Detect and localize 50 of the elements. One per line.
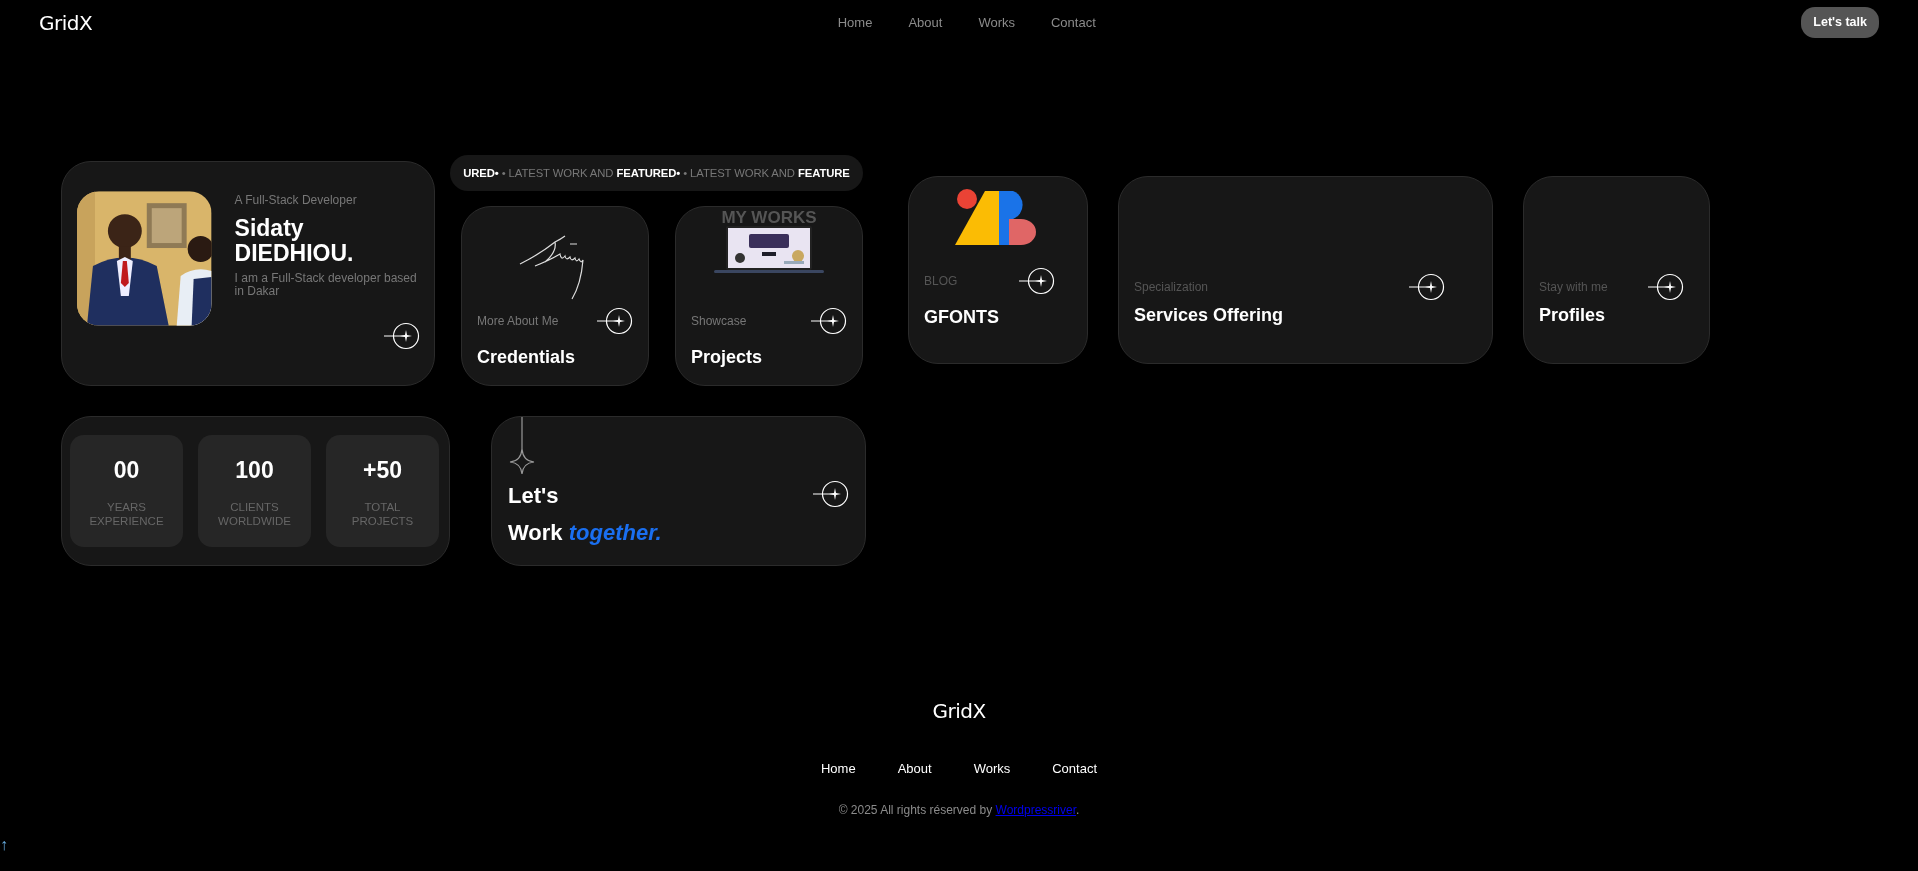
nav-link[interactable]: Home: [820, 759, 856, 779]
card-title: Projects: [691, 346, 764, 369]
marquee-banner: URED• • LATEST WORK AND FEATURED• • LATEST WORK AND FEATURE: [450, 155, 863, 191]
role-label: A Full-Stack Developer: [234, 192, 358, 209]
nav-link[interactable]: Works: [978, 12, 1015, 33]
card-title: Services Offering: [1134, 304, 1285, 327]
nav-link[interactable]: About: [897, 759, 932, 779]
card-label: More About Me: [477, 313, 559, 330]
projects-card[interactable]: MY WORKS Showcase Projects: [675, 206, 863, 386]
profile-name: Sidaty DIEDHIOU.: [234, 216, 355, 267]
arrow-circle-icon[interactable]: [813, 478, 849, 509]
arrow-circle-icon[interactable]: [811, 306, 847, 336]
link-card[interactable]: Specialization Services Offering: [1118, 176, 1493, 364]
nav-link[interactable]: About: [908, 12, 943, 33]
link-card[interactable]: Stay with me Profiles: [1523, 176, 1710, 364]
contact-card[interactable]: Let's Work together.: [491, 416, 866, 566]
card-label: Showcase: [691, 313, 747, 330]
arrow-circle-icon[interactable]: [597, 306, 633, 336]
card-title: Profiles: [1539, 304, 1607, 327]
stat-value: +50: [363, 455, 402, 485]
card-title: Credentials: [477, 346, 577, 369]
section-heading: MY WORKS: [720, 209, 818, 226]
sparkle-icon: [508, 417, 536, 475]
talk-button[interactable]: Let's talk: [1801, 7, 1879, 38]
credentials-card[interactable]: More About Me Credentials: [461, 206, 649, 386]
link-card[interactable]: BLOG GFONTS: [908, 176, 1088, 364]
stat-value: 100: [235, 455, 274, 485]
card-label: Specialization: [1134, 279, 1209, 296]
nav-link[interactable]: Home: [837, 12, 873, 33]
cta-heading: Let's: [508, 482, 559, 510]
card-label: BLOG: [924, 273, 958, 290]
profile-bio: I am a Full-Stack developer based in Dakar: [234, 271, 418, 300]
logo[interactable]: GridX: [39, 7, 93, 38]
card-title: GFONTS: [924, 306, 1000, 329]
logo[interactable]: GridX: [932, 696, 986, 726]
card-label: Stay with me: [1539, 279, 1608, 296]
arrow-circle-icon[interactable]: [384, 321, 420, 352]
arrow-circle-icon[interactable]: [1648, 272, 1684, 302]
cta-heading: Work together.: [508, 519, 663, 547]
stat-value: 00: [113, 455, 140, 485]
stat-label: YEARS EXPERIENCE: [88, 501, 165, 530]
nav-link[interactable]: Contact: [1052, 759, 1098, 779]
nav-link[interactable]: Works: [973, 759, 1011, 779]
arrow-circle-icon[interactable]: [1409, 272, 1445, 302]
copyright-text: © 2025 All rights réserved by Wordpressriver.: [838, 801, 1080, 819]
nav-link[interactable]: Contact: [1051, 12, 1096, 33]
stat-label: CLIENTS WORLDWIDE: [217, 501, 292, 530]
back-to-top-button[interactable]: ↑: [0, 837, 8, 853]
stat-label: TOTAL PROJECTS: [350, 501, 415, 530]
arrow-circle-icon[interactable]: [1019, 266, 1056, 296]
